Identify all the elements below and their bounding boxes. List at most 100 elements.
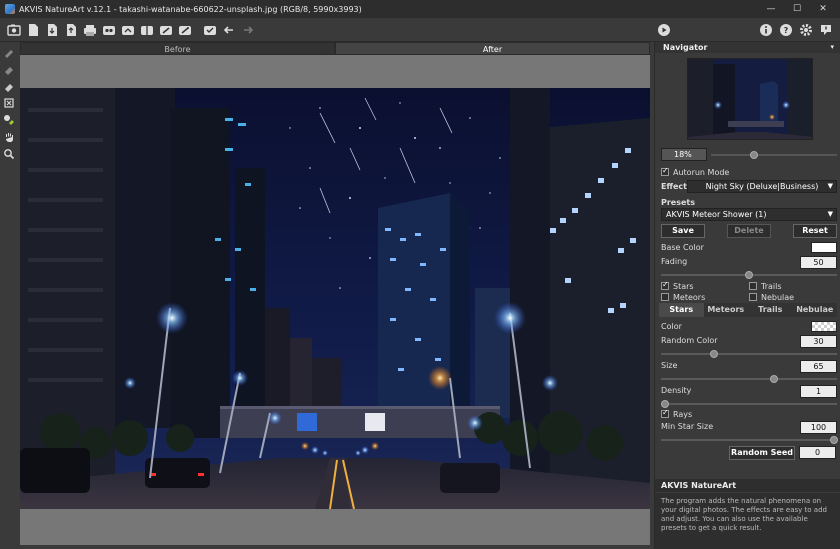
help-icon[interactable]: ? — [778, 22, 794, 38]
delete-preset-button[interactable]: Delete — [727, 224, 771, 238]
hand-icon[interactable] — [2, 130, 16, 144]
settings-icon[interactable] — [798, 22, 814, 38]
preset-dropdown[interactable]: AKVIS Meteor Shower (1) ▼ — [661, 208, 837, 221]
canvas-area[interactable] — [20, 55, 650, 545]
compare-icon[interactable] — [139, 22, 155, 38]
run-icon[interactable] — [656, 22, 672, 38]
density-slider[interactable] — [661, 400, 837, 408]
settings-panel: Navigator ▾ 18% Autorun Mode Effect: Nig… — [654, 42, 840, 549]
minimize-button[interactable]: — — [758, 0, 784, 18]
save-preset-button[interactable]: Save — [661, 224, 705, 238]
info-icon[interactable] — [758, 22, 774, 38]
random-color-slider[interactable] — [661, 350, 837, 358]
trails-checkbox[interactable] — [749, 281, 757, 290]
tab-nebulae[interactable]: Nebulae — [793, 303, 838, 317]
share-icon[interactable] — [120, 22, 136, 38]
trails-label: Trails — [761, 282, 782, 291]
preset-value: AKVIS Meteor Shower (1) — [666, 210, 767, 219]
autorun-row[interactable]: Autorun Mode — [661, 166, 837, 177]
size-knob[interactable] — [770, 375, 779, 383]
navigator-preview[interactable] — [687, 58, 813, 140]
min-star-size-slider[interactable] — [661, 436, 838, 444]
star-color-swatch[interactable] — [811, 321, 837, 332]
batch-icon[interactable] — [101, 22, 117, 38]
app-logo-icon — [5, 4, 15, 14]
color-label: Color — [661, 322, 682, 331]
fading-value[interactable]: 50 — [800, 256, 837, 269]
mask-tool-icon[interactable] — [2, 45, 16, 59]
rays-checkbox[interactable] — [661, 408, 669, 418]
random-color-knob[interactable] — [710, 350, 719, 358]
erase-icon[interactable] — [2, 79, 16, 93]
collapse-icon[interactable]: ▾ — [830, 42, 834, 53]
density-row: Density 1 — [661, 385, 837, 400]
random-color-value[interactable]: 30 — [800, 335, 837, 348]
random-color-row: Random Color 30 — [661, 335, 837, 350]
rays-label: Rays — [673, 410, 693, 419]
view-tabs: Before After — [20, 42, 650, 55]
density-value[interactable]: 1 — [800, 385, 837, 398]
fading-slider-knob[interactable] — [745, 271, 754, 279]
size-value[interactable]: 65 — [800, 360, 837, 373]
svg-text:?: ? — [784, 26, 789, 35]
reset-button[interactable]: Reset — [793, 224, 837, 238]
crop-icon[interactable] — [2, 96, 16, 110]
redo-icon[interactable] — [221, 22, 237, 38]
close-button[interactable]: ✕ — [810, 0, 836, 18]
min-star-size-value[interactable]: 100 — [800, 421, 837, 434]
zoom-select[interactable]: 18% — [661, 148, 707, 161]
base-color-row: Base Color — [661, 242, 837, 255]
min-star-size-label: Min Star Size — [661, 422, 714, 431]
random-color-label: Random Color — [661, 336, 718, 345]
min-star-size-row: Min Star Size 100 — [661, 421, 837, 436]
effect-row: Effect: Night Sky (Deluxe|Business) ▼ — [661, 180, 837, 193]
zoom-slider[interactable] — [711, 151, 837, 159]
print-icon[interactable] — [82, 22, 98, 38]
tab-stars[interactable]: Stars — [659, 303, 704, 317]
save-icon[interactable] — [44, 22, 60, 38]
tab-after[interactable]: After — [335, 42, 650, 55]
title-bar: AKVIS NatureArt v.12.1 - takashi-watanab… — [0, 0, 840, 18]
notice-icon[interactable] — [818, 22, 834, 38]
random-seed-value[interactable]: 0 — [799, 446, 836, 459]
fading-slider[interactable] — [661, 271, 837, 279]
export-icon[interactable] — [63, 22, 79, 38]
min-star-size-knob[interactable] — [829, 436, 838, 444]
eraser-tool-icon[interactable] — [2, 62, 16, 76]
fading-label: Fading — [661, 257, 688, 266]
meteors-label: Meteors — [673, 293, 706, 302]
stars-label: Stars — [673, 282, 694, 291]
effect-label: Effect: — [661, 182, 691, 191]
open-icon[interactable] — [6, 22, 22, 38]
forward-icon[interactable] — [240, 22, 256, 38]
size-row: Size 65 — [661, 360, 837, 375]
rays-row[interactable]: Rays — [661, 408, 837, 419]
help-title: AKVIS NatureArt — [655, 479, 840, 492]
nebulae-checkbox[interactable] — [749, 292, 757, 301]
effect-value: Night Sky (Deluxe|Business) — [705, 182, 819, 191]
chevron-down-icon: ▼ — [827, 182, 833, 190]
chevron-down-icon: ▼ — [827, 210, 833, 218]
tab-meteors[interactable]: Meteors — [704, 303, 749, 317]
new-icon[interactable] — [25, 22, 41, 38]
meteors-checkbox[interactable] — [661, 292, 669, 301]
apply-icon[interactable] — [177, 22, 193, 38]
autorun-checkbox[interactable] — [661, 166, 669, 176]
nebulae-toggle-row[interactable]: Nebulae — [749, 292, 837, 302]
zoom-icon[interactable] — [2, 147, 16, 161]
stars-checkbox[interactable] — [661, 280, 669, 290]
brush-icon[interactable] — [158, 22, 174, 38]
pick-color-icon[interactable] — [2, 113, 16, 127]
zoom-slider-knob[interactable] — [750, 151, 759, 159]
result-photo[interactable] — [20, 88, 650, 509]
tab-before[interactable]: Before — [20, 42, 335, 55]
base-color-swatch[interactable] — [811, 242, 837, 253]
trails-toggle-row[interactable]: Trails — [749, 281, 837, 291]
size-slider[interactable] — [661, 375, 837, 383]
density-label: Density — [661, 386, 692, 395]
random-seed-button[interactable]: Random Seed — [729, 446, 795, 460]
maximize-button[interactable]: ☐ — [784, 0, 810, 18]
tab-trails[interactable]: Trails — [748, 303, 793, 317]
undo-icon[interactable] — [202, 22, 218, 38]
effect-dropdown[interactable]: Night Sky (Deluxe|Business) ▼ — [687, 180, 837, 193]
